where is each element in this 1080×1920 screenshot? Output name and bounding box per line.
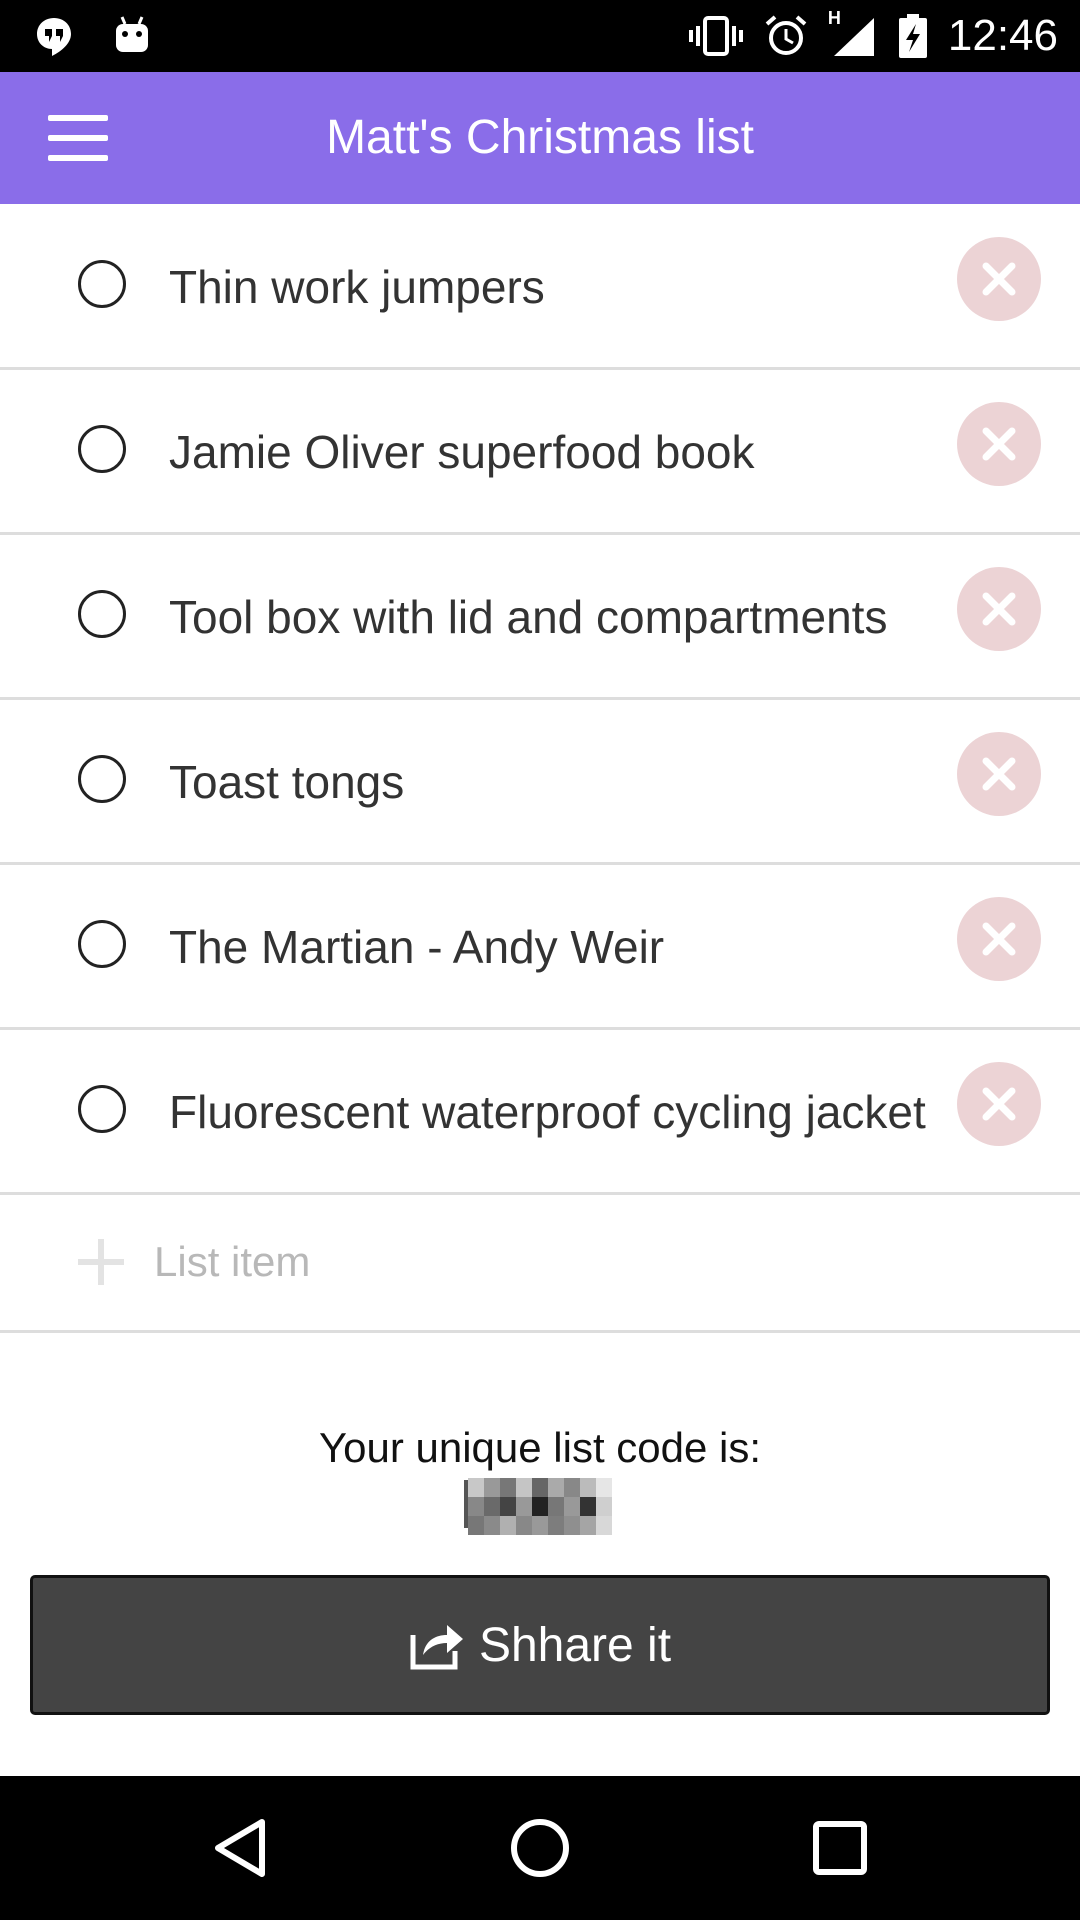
close-icon bbox=[982, 757, 1016, 791]
list-item: Toast tongs bbox=[0, 700, 1080, 865]
item-checkbox[interactable] bbox=[78, 260, 126, 308]
recents-button[interactable] bbox=[804, 1812, 876, 1884]
clock: 12:46 bbox=[947, 11, 1058, 60]
delete-item-button[interactable] bbox=[957, 732, 1041, 816]
list-item: Thin work jumpers bbox=[0, 205, 1080, 370]
status-bar: H 12:46 bbox=[0, 0, 1080, 72]
share-icon bbox=[410, 1625, 463, 1670]
item-label: Tool box with lid and compartments bbox=[169, 591, 888, 643]
page-title: Matt's Christmas list bbox=[326, 111, 754, 164]
item-checkbox[interactable] bbox=[78, 755, 126, 803]
plus-icon bbox=[78, 1239, 124, 1285]
delete-item-button[interactable] bbox=[957, 402, 1041, 486]
menu-icon bbox=[48, 115, 108, 121]
android-icon bbox=[116, 16, 148, 52]
delete-item-button[interactable] bbox=[957, 897, 1041, 981]
battery-charging-icon bbox=[898, 14, 927, 58]
close-icon bbox=[982, 922, 1016, 956]
item-checkbox[interactable] bbox=[78, 920, 126, 968]
delete-item-button[interactable] bbox=[957, 567, 1041, 651]
vibrate-icon bbox=[688, 16, 743, 56]
item-label: Thin work jumpers bbox=[169, 261, 545, 313]
navigation-bar bbox=[0, 1776, 1080, 1920]
christmas-list: Thin work jumpers Jamie Oliver superfood… bbox=[0, 205, 1080, 1333]
list-item: The Martian - Andy Weir bbox=[0, 865, 1080, 1030]
list-item: Fluorescent waterproof cycling jacket bbox=[0, 1030, 1080, 1195]
item-checkbox[interactable] bbox=[78, 590, 126, 638]
list-code-pixelated bbox=[464, 1478, 630, 1536]
delete-item-button[interactable] bbox=[957, 237, 1041, 321]
alarm-icon bbox=[765, 15, 807, 55]
item-label: Toast tongs bbox=[169, 756, 405, 808]
share-button[interactable]: Shhare it bbox=[30, 1575, 1050, 1715]
list-code-label: Your unique list code is: bbox=[318, 1424, 762, 1471]
signal-icon: H bbox=[828, 8, 878, 58]
item-label: Fluorescent waterproof cycling jacket bbox=[169, 1086, 926, 1138]
recents-icon bbox=[813, 1821, 867, 1875]
back-icon bbox=[215, 1819, 265, 1877]
close-icon bbox=[982, 427, 1016, 461]
share-button-label: Shhare it bbox=[478, 1618, 672, 1672]
new-item-input[interactable] bbox=[154, 1227, 1034, 1297]
item-label: The Martian - Andy Weir bbox=[169, 921, 665, 973]
list-item: Jamie Oliver superfood book bbox=[0, 370, 1080, 535]
add-item-row bbox=[0, 1195, 1080, 1333]
app-bar: Matt's Christmas list bbox=[0, 72, 1080, 204]
back-button[interactable] bbox=[204, 1812, 276, 1884]
hangouts-icon bbox=[37, 18, 71, 56]
close-icon bbox=[982, 1087, 1016, 1121]
home-icon bbox=[511, 1819, 569, 1877]
close-icon bbox=[982, 592, 1016, 626]
item-label: Jamie Oliver superfood book bbox=[169, 426, 755, 478]
item-checkbox[interactable] bbox=[78, 425, 126, 473]
close-icon bbox=[982, 262, 1016, 296]
list-item: Tool box with lid and compartments bbox=[0, 535, 1080, 700]
network-type-label: H bbox=[827, 8, 841, 28]
home-button[interactable] bbox=[504, 1812, 576, 1884]
menu-button[interactable] bbox=[30, 102, 126, 174]
item-checkbox[interactable] bbox=[78, 1085, 126, 1133]
delete-item-button[interactable] bbox=[957, 1062, 1041, 1146]
